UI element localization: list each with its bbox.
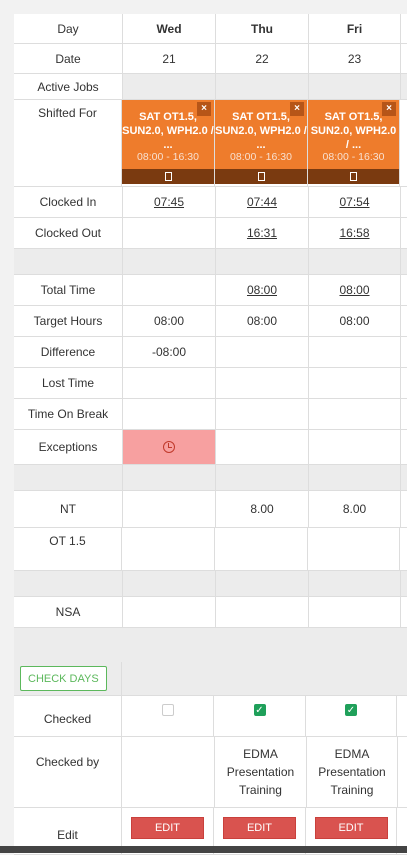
exceptions-row: Exceptions bbox=[14, 430, 407, 465]
separator bbox=[14, 249, 407, 275]
clock-icon bbox=[163, 441, 175, 453]
day-wed: Wed bbox=[123, 14, 216, 43]
day-row: Day Wed Thu Fri bbox=[14, 14, 407, 44]
clocked-in-thu[interactable]: 07:44 bbox=[247, 195, 277, 209]
clocked-in-label: Clocked In bbox=[14, 187, 123, 217]
total-time-row: Total Time 08:00 08:00 bbox=[14, 275, 407, 306]
lost-time-row: Lost Time bbox=[14, 368, 407, 399]
checked-checkbox-wed[interactable] bbox=[161, 704, 174, 716]
shifted-for-row: Shifted For × SAT OT1.5, SUN2.0, WPH2.0 … bbox=[14, 100, 407, 187]
job-card-thu[interactable]: × SAT OT1.5, SUN2.0, WPH2.0 / ... 08:00 … bbox=[215, 100, 307, 184]
clocked-out-fri[interactable]: 16:58 bbox=[339, 226, 369, 240]
active-jobs-row: Active Jobs bbox=[14, 74, 407, 100]
shifted-for-label: Shifted For bbox=[14, 100, 122, 186]
date-label: Date bbox=[14, 44, 123, 73]
checked-label: Checked bbox=[14, 696, 122, 736]
nt-label: NT bbox=[14, 491, 123, 527]
nt-fri: 8.00 bbox=[309, 491, 401, 527]
day-fri: Fri bbox=[309, 14, 401, 43]
clocked-out-thu[interactable]: 16:31 bbox=[247, 226, 277, 240]
target-hours-fri: 08:00 bbox=[309, 306, 401, 336]
day-label: Day bbox=[14, 14, 123, 43]
date-thu: 22 bbox=[216, 44, 309, 73]
job-card-wed[interactable]: × SAT OT1.5, SUN2.0, WPH2.0 / ... 08:00 … bbox=[122, 100, 214, 184]
difference-label: Difference bbox=[14, 337, 123, 367]
clocked-in-fri[interactable]: 07:54 bbox=[339, 195, 369, 209]
date-row: Date 21 22 23 bbox=[14, 44, 407, 74]
lost-time-label: Lost Time bbox=[14, 368, 123, 398]
clocked-in-row: Clocked In 07:45 07:44 07:54 bbox=[14, 187, 407, 218]
checked-checkbox-fri[interactable]: ✓ bbox=[345, 704, 357, 716]
target-hours-row: Target Hours 08:00 08:00 08:00 bbox=[14, 306, 407, 337]
timesheet-grid: Day Wed Thu Fri Date 21 22 23 Active Job… bbox=[14, 14, 407, 855]
clocked-out-label: Clocked Out bbox=[14, 218, 123, 248]
check-days-button[interactable]: CHECK DAYS bbox=[20, 666, 107, 691]
checked-row: Checked ✓ ✓ bbox=[14, 696, 407, 737]
total-time-thu[interactable]: 08:00 bbox=[247, 283, 277, 297]
target-hours-thu: 08:00 bbox=[216, 306, 309, 336]
check-days-row bbox=[14, 628, 407, 662]
difference-wed: -08:00 bbox=[123, 337, 216, 367]
day-thu: Thu bbox=[216, 14, 309, 43]
target-hours-wed: 08:00 bbox=[123, 306, 216, 336]
difference-thu bbox=[216, 337, 309, 367]
active-jobs-label: Active Jobs bbox=[14, 74, 123, 99]
nt-row: NT 8.00 8.00 bbox=[14, 491, 407, 528]
ot15-label: OT 1.5 bbox=[14, 528, 122, 570]
date-wed: 21 bbox=[123, 44, 216, 73]
job-card-fri[interactable]: × SAT OT1.5, SUN2.0, WPH2.0 / ... 08:00 … bbox=[308, 100, 399, 184]
date-fri: 23 bbox=[309, 44, 401, 73]
bottom-bar bbox=[0, 846, 407, 853]
nsa-label: NSA bbox=[14, 597, 123, 627]
exceptions-label: Exceptions bbox=[14, 430, 123, 464]
difference-row: Difference -08:00 bbox=[14, 337, 407, 368]
separator bbox=[14, 465, 407, 491]
clocked-in-wed[interactable]: 07:45 bbox=[154, 195, 184, 209]
time-on-break-row: Time On Break bbox=[14, 399, 407, 430]
building-icon bbox=[257, 172, 265, 181]
time-on-break-label: Time On Break bbox=[14, 399, 123, 429]
building-icon bbox=[350, 172, 357, 181]
nsa-row: NSA bbox=[14, 597, 407, 628]
nt-wed bbox=[123, 491, 216, 527]
checked-by-fri: EDMA Presentation Training bbox=[307, 737, 398, 807]
total-time-fri[interactable]: 08:00 bbox=[339, 283, 369, 297]
exception-wed[interactable] bbox=[123, 430, 216, 464]
checked-by-label: Checked by bbox=[14, 737, 122, 807]
target-hours-label: Target Hours bbox=[14, 306, 123, 336]
nt-thu: 8.00 bbox=[216, 491, 309, 527]
checked-by-thu: EDMA Presentation Training bbox=[215, 737, 307, 807]
edit-button-thu[interactable]: EDIT bbox=[223, 817, 296, 839]
total-time-label: Total Time bbox=[14, 275, 123, 305]
clocked-out-row: Clocked Out 16:31 16:58 bbox=[14, 218, 407, 249]
edit-button-fri[interactable]: EDIT bbox=[314, 817, 388, 839]
difference-fri bbox=[309, 337, 401, 367]
building-icon bbox=[164, 172, 172, 181]
ot15-row: OT 1.5 bbox=[14, 528, 407, 571]
separator bbox=[14, 571, 407, 597]
checked-by-wed bbox=[122, 737, 215, 807]
checked-checkbox-thu[interactable]: ✓ bbox=[253, 704, 266, 716]
checked-by-row: Checked by EDMA Presentation Training ED… bbox=[14, 737, 407, 808]
edit-button-wed[interactable]: EDIT bbox=[131, 817, 204, 839]
